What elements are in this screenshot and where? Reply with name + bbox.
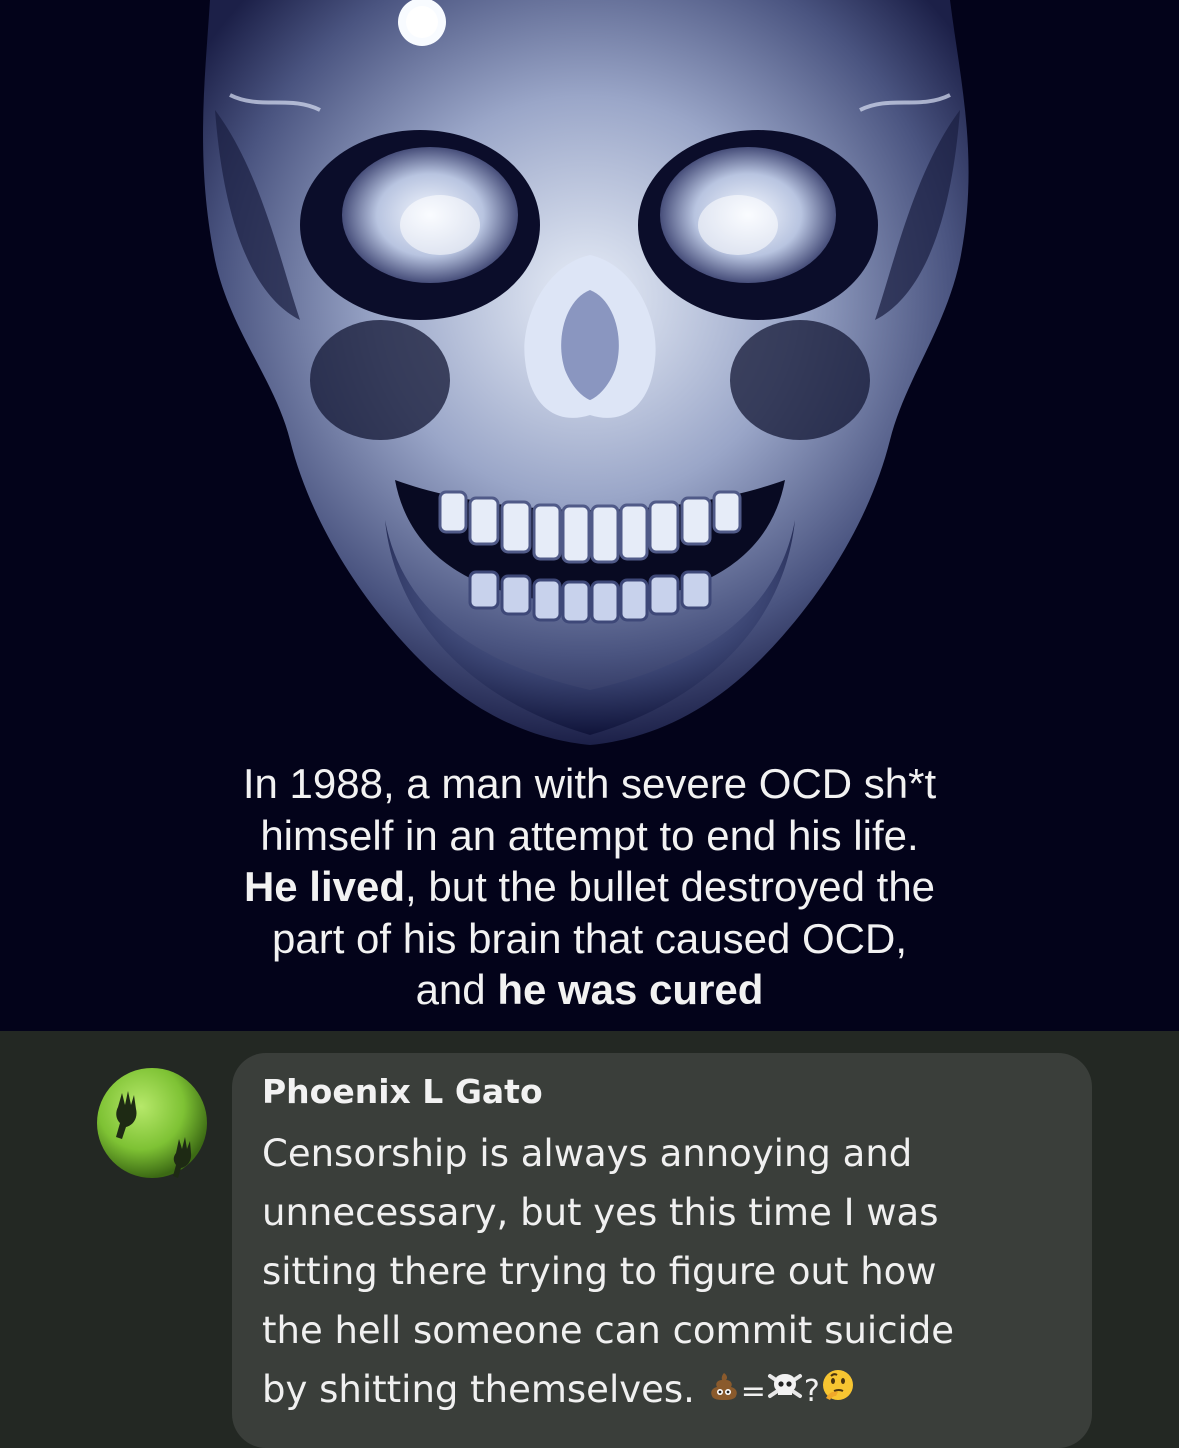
comment-author-name[interactable]: Phoenix L Gato — [262, 1072, 543, 1111]
caption-line-1: In 1988, a man with severe OCD sh*t — [242, 760, 937, 807]
post-image: In 1988, a man with severe OCD sh*t hims… — [0, 0, 1179, 1031]
poop-emoji-icon — [707, 1362, 741, 1421]
caption-line-5-pre: and — [415, 966, 498, 1013]
comment-line-1: Censorship is always annoying and — [262, 1132, 913, 1175]
caption-bold-he-lived: He lived — [243, 863, 406, 910]
comment-line-4: the hell someone can commit suicide — [262, 1309, 955, 1352]
caption-line-3: He lived, but the bullet destroyed the — [0, 861, 1179, 913]
comment-line-5: by shitting themselves. =? — [262, 1360, 1092, 1421]
skull-xray-image — [203, 0, 969, 745]
comment-line-5-text: by shitting themselves. — [262, 1368, 707, 1411]
skull-crossbones-emoji-icon — [766, 1362, 804, 1421]
comment-line-3: sitting there trying to figure out how — [262, 1250, 937, 1293]
caption-line-2: himself in an attempt to end his life. — [260, 811, 919, 859]
comment-text: Censorship is always annoying and unnece… — [262, 1124, 1092, 1421]
emoji-equals-sign: = — [740, 1374, 766, 1409]
caption-line-3-rest: , but the bullet destroyed the — [405, 863, 936, 910]
comment-line-2: unnecessary, but yes this time I was — [262, 1191, 939, 1234]
avatar[interactable] — [96, 1067, 208, 1179]
emoji-question-mark: ? — [803, 1374, 820, 1409]
thinking-face-emoji-icon — [820, 1362, 856, 1421]
caption-line-5: and he was cured — [0, 964, 1179, 1016]
green-ghost-hands-avatar-icon — [97, 1068, 207, 1178]
post-caption: In 1988, a man with severe OCD sh*t hims… — [0, 758, 1179, 1016]
caption-line-4: part of his brain that caused OCD, — [272, 914, 907, 962]
caption-bold-he-was-cured: he was cured — [497, 966, 764, 1013]
